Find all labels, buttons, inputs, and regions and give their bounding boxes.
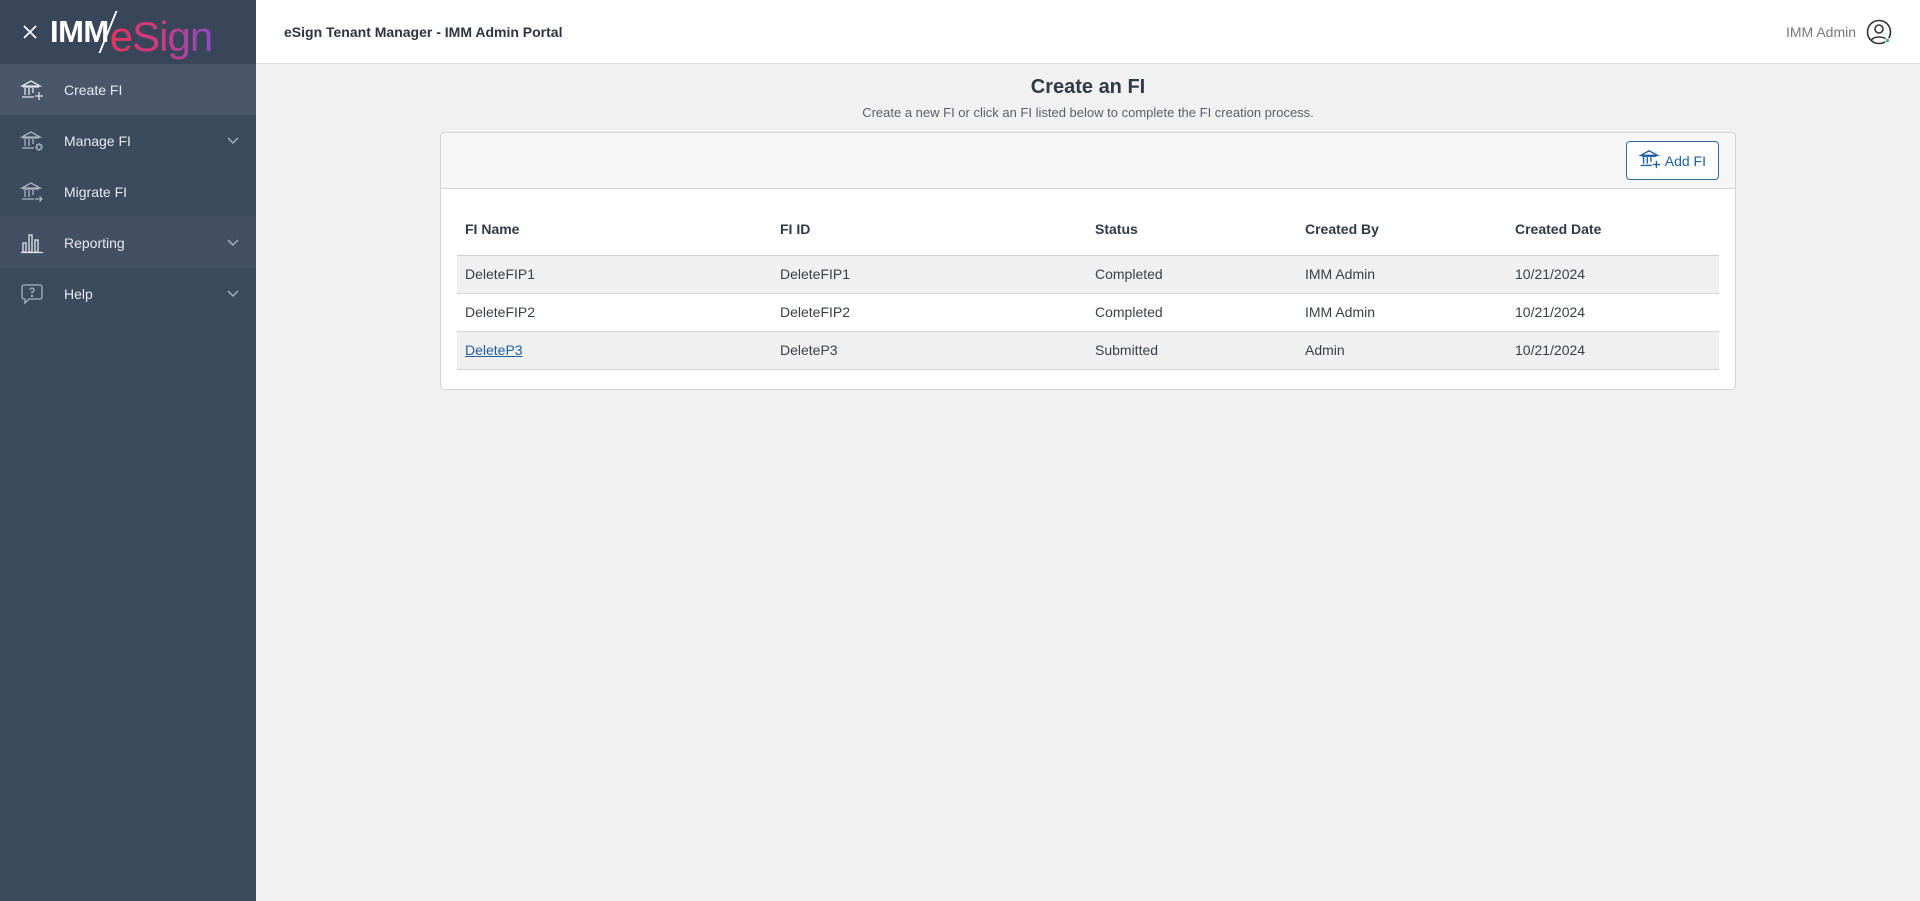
cell-fi-id: DeleteP3 [772,331,1087,370]
bank-gear-icon [20,129,44,153]
fi-table: FI Name FI ID Status Created By Created … [457,203,1719,370]
sidebar-item-label: Help [64,285,93,302]
content: Create an FI Create a new FI or click an… [256,64,1920,901]
table-header-row: FI Name FI ID Status Created By Created … [457,203,1719,256]
bar-chart-icon [20,231,44,255]
cell-created-by: IMM Admin [1297,255,1507,294]
table-row[interactable]: DeleteFIP1 DeleteFIP1 Completed IMM Admi… [457,255,1719,294]
column-header-fi-id[interactable]: FI ID [772,203,1087,256]
sidebar-item-manage-fi[interactable]: Manage FI [0,115,256,166]
sidebar-item-label: Create FI [64,81,123,98]
close-icon[interactable] [20,22,40,42]
page-subtitle: Create a new FI or click an FI listed be… [862,105,1314,120]
chevron-down-icon [226,236,240,250]
cell-created-date: 10/21/2024 [1507,293,1719,332]
sidebar-item-reporting[interactable]: Reporting [0,217,256,268]
sidebar-item-label: Reporting [64,234,125,251]
sidebar-item-help[interactable]: Help [0,268,256,319]
cell-fi-name: DeleteFIP2 [457,293,772,332]
fi-name-link[interactable]: DeleteP3 [465,342,523,358]
cell-status: Submitted [1087,331,1297,370]
cell-fi-name: DeleteFIP1 [457,255,772,294]
help-bubble-icon [20,282,44,306]
logo-suffix: eSign [109,13,213,60]
chevron-down-icon [226,134,240,148]
main: eSign Tenant Manager - IMM Admin Portal … [256,0,1920,901]
table-row[interactable]: DeleteP3 DeleteP3 Submitted Admin 10/21/… [457,331,1719,370]
user-name: IMM Admin [1785,23,1856,40]
cell-fi-id: DeleteFIP1 [772,255,1087,294]
cell-status: Completed [1087,293,1297,332]
card-toolbar: Add FI [441,133,1735,189]
cell-fi-id: DeleteFIP2 [772,293,1087,332]
sidebar-item-label: Manage FI [64,132,131,149]
bank-plus-icon [20,78,44,102]
fi-list-card: Add FI FI Name FI ID Status Created By C… [440,132,1736,390]
sidebar-item-label: Migrate FI [64,183,128,200]
app-title: eSign Tenant Manager - IMM Admin Portal [284,23,563,40]
cell-created-by: IMM Admin [1297,293,1507,332]
logo-prefix: IMM [50,14,109,49]
bank-plus-icon [1637,148,1661,173]
page-title: Create an FI [1030,76,1146,98]
table-row[interactable]: DeleteFIP2 DeleteFIP2 Completed IMM Admi… [457,293,1719,332]
sidebar: IMM eSign Create FI Manage FI Migrate FI… [0,0,256,901]
bank-arrow-icon [20,180,44,204]
user-menu[interactable]: IMM Admin [1786,19,1892,45]
column-header-created-date[interactable]: Created Date [1507,203,1719,256]
sidebar-header: IMM eSign [0,0,256,64]
cell-fi-name: DeleteP3 [457,331,772,370]
logo: IMM eSign [50,0,213,64]
app: IMM eSign Create FI Manage FI Migrate FI… [0,0,1920,901]
sidebar-item-create-fi[interactable]: Create FI [0,64,256,115]
cell-created-date: 10/21/2024 [1507,331,1719,370]
cell-created-by: Admin [1297,331,1507,370]
cell-created-date: 10/21/2024 [1507,255,1719,294]
user-avatar-icon [1866,19,1892,45]
topbar: eSign Tenant Manager - IMM Admin Portal … [256,0,1920,64]
cell-status: Completed [1087,255,1297,294]
column-header-fi-name[interactable]: FI Name [457,203,772,256]
table-wrap: FI Name FI ID Status Created By Created … [441,189,1735,370]
sidebar-item-migrate-fi[interactable]: Migrate FI [0,166,256,217]
column-header-status[interactable]: Status [1087,203,1297,256]
add-fi-label: Add FI [1664,152,1706,169]
add-fi-button[interactable]: Add FI [1625,141,1719,180]
chevron-down-icon [226,287,240,301]
column-header-created-by[interactable]: Created By [1297,203,1507,256]
